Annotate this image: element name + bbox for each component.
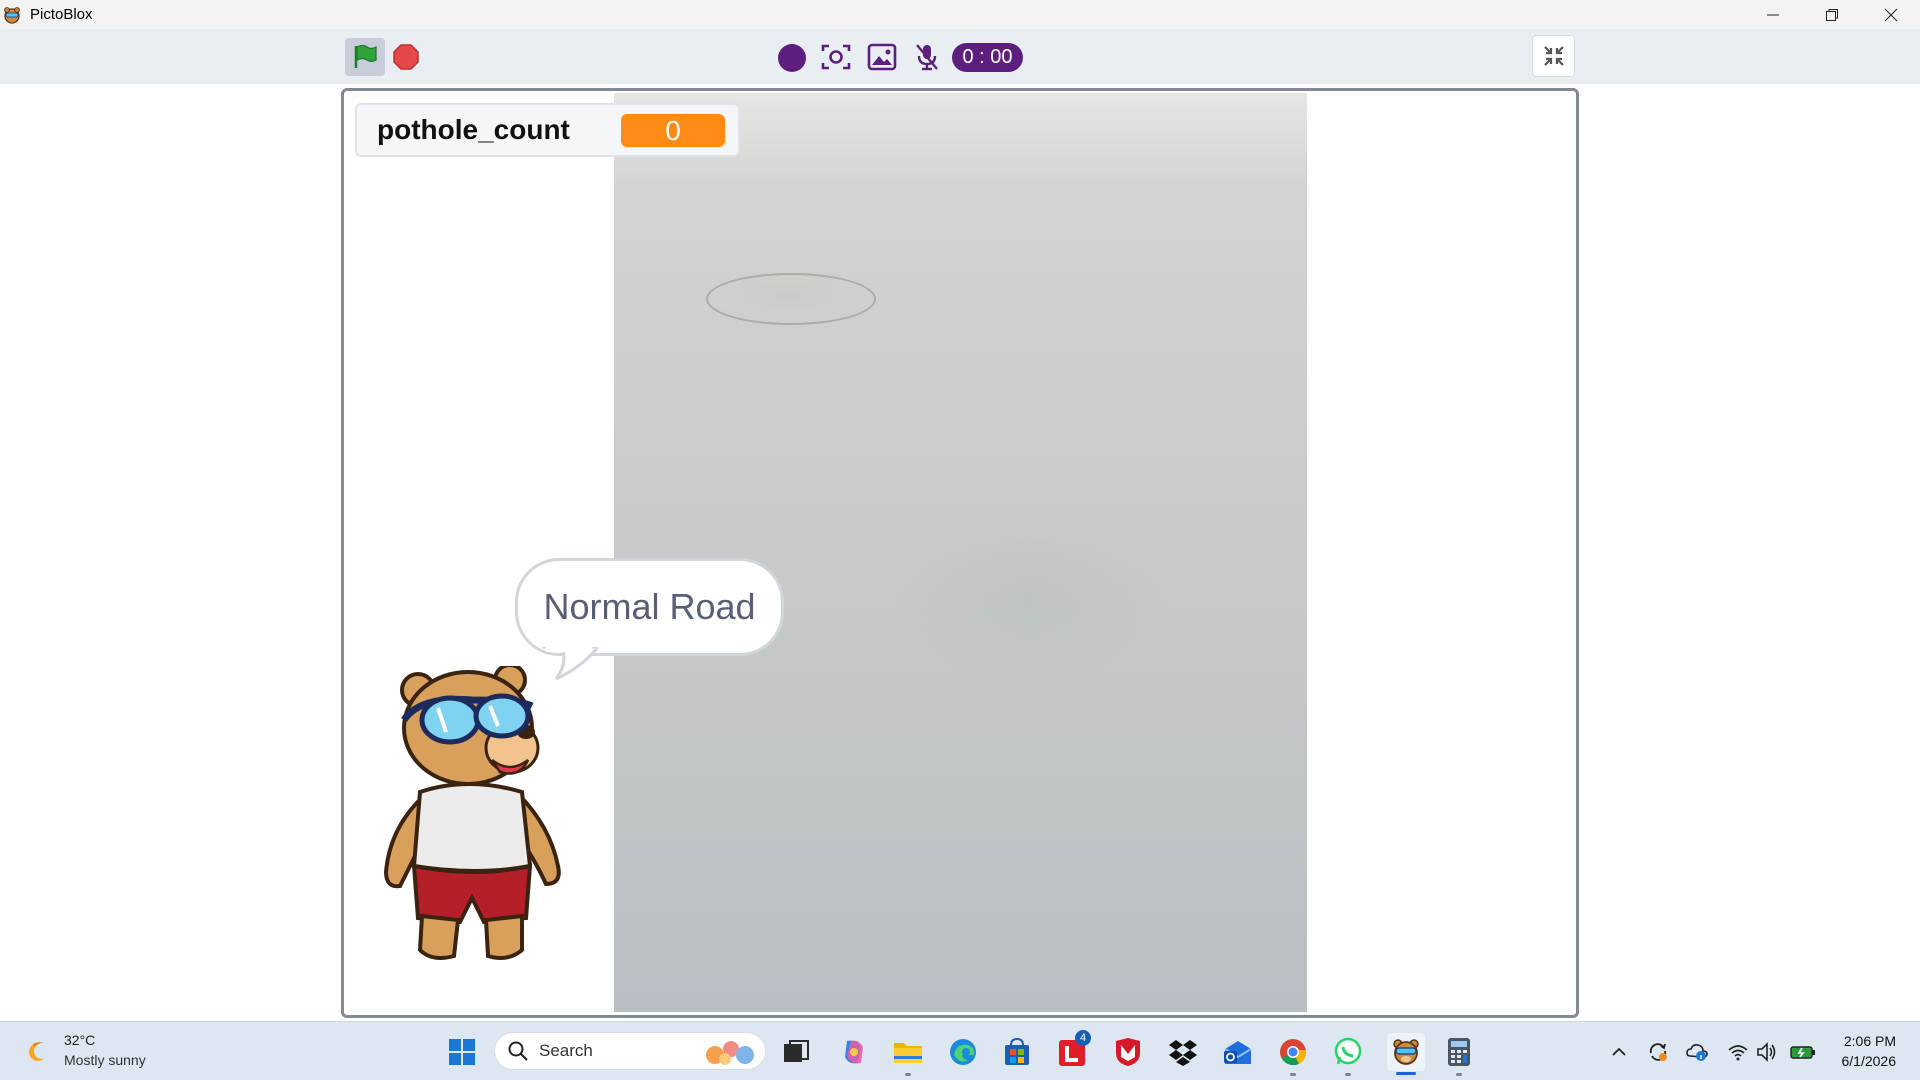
close-icon bbox=[1884, 8, 1897, 21]
stage-toolbar: 0 : 00 bbox=[0, 29, 1920, 84]
restore-button[interactable] bbox=[1802, 0, 1861, 29]
stop-button[interactable] bbox=[393, 44, 419, 70]
backdrop-button[interactable] bbox=[866, 42, 898, 72]
minimize-icon bbox=[1766, 14, 1779, 15]
microphone-button[interactable] bbox=[911, 42, 943, 72]
weather-description: Mostly sunny bbox=[64, 1052, 146, 1068]
sync-tray-button[interactable] bbox=[1647, 1041, 1669, 1063]
app-l-button[interactable]: 4 bbox=[1057, 1030, 1091, 1068]
mcafee-button[interactable] bbox=[1112, 1036, 1144, 1068]
notification-badge: 4 bbox=[1075, 1030, 1091, 1046]
window-title: PictoBlox bbox=[30, 6, 93, 23]
bear-sprite[interactable] bbox=[380, 666, 566, 966]
search-placeholder: Search bbox=[539, 1041, 593, 1060]
outlook-mail-icon bbox=[1224, 1041, 1252, 1064]
window-controls bbox=[1743, 0, 1920, 29]
onedrive-tray-button[interactable] bbox=[1686, 1041, 1708, 1063]
record-button[interactable] bbox=[778, 44, 806, 72]
system-clock[interactable]: 2:06 PM 6/1/2026 bbox=[1842, 1031, 1897, 1071]
taskbar-search[interactable]: Search bbox=[494, 1032, 766, 1070]
green-flag-button[interactable] bbox=[345, 38, 385, 76]
stop-icon bbox=[393, 44, 419, 70]
search-icon bbox=[508, 1041, 528, 1061]
clock-date: 6/1/2026 bbox=[1841, 1053, 1897, 1069]
folder-icon bbox=[894, 1043, 922, 1063]
collapse-icon bbox=[1543, 46, 1564, 66]
close-button[interactable] bbox=[1861, 0, 1920, 29]
pictoblox-active-indicator bbox=[1396, 1072, 1416, 1075]
task-view-button[interactable] bbox=[780, 1036, 812, 1068]
road-manhole bbox=[706, 273, 876, 325]
volume-tray-button[interactable] bbox=[1756, 1041, 1778, 1063]
outlook-button[interactable] bbox=[1222, 1036, 1254, 1068]
battery-charging-icon bbox=[1790, 1046, 1815, 1059]
pictoblox-taskbar-button[interactable] bbox=[1387, 1033, 1425, 1071]
start-button[interactable] bbox=[446, 1036, 478, 1068]
speech-bubble: Normal Road bbox=[515, 558, 784, 656]
chevron-up-icon bbox=[1612, 1047, 1626, 1056]
minimize-button[interactable] bbox=[1743, 0, 1802, 29]
speech-text: Normal Road bbox=[543, 586, 756, 627]
stage-canvas[interactable]: pothole_count 0 Normal Road bbox=[341, 88, 1579, 1018]
weather-sunny-icon[interactable] bbox=[24, 1037, 54, 1067]
copilot-icon bbox=[845, 1040, 863, 1064]
variable-monitor[interactable]: pothole_count 0 bbox=[355, 103, 740, 157]
microphone-muted-icon bbox=[916, 44, 938, 71]
dropbox-button[interactable] bbox=[1167, 1036, 1199, 1068]
pictoblox-app-icon bbox=[2, 5, 22, 25]
store-icon bbox=[1005, 1037, 1029, 1065]
weather-temperature: 32°C bbox=[64, 1032, 96, 1048]
exit-fullscreen-button[interactable] bbox=[1532, 35, 1575, 77]
camera-capture-icon bbox=[821, 44, 851, 70]
chrome-icon bbox=[1280, 1039, 1307, 1066]
battery-tray-button[interactable] bbox=[1789, 1041, 1817, 1063]
dropbox-icon bbox=[1169, 1040, 1197, 1066]
edge-button[interactable] bbox=[947, 1036, 979, 1068]
chrome-button[interactable] bbox=[1277, 1036, 1309, 1068]
wifi-icon bbox=[1728, 1045, 1748, 1061]
green-flag-icon bbox=[354, 44, 377, 68]
task-view-icon bbox=[784, 1040, 809, 1062]
edge-browser-icon bbox=[950, 1039, 976, 1065]
explorer-running-indicator bbox=[905, 1073, 911, 1076]
whatsapp-icon bbox=[1334, 1037, 1362, 1065]
sync-icon bbox=[1649, 1043, 1667, 1061]
calculator-running-indicator bbox=[1456, 1073, 1462, 1076]
image-icon bbox=[867, 43, 897, 71]
cloud-info-icon bbox=[1686, 1044, 1708, 1061]
file-explorer-button[interactable] bbox=[892, 1036, 924, 1068]
calculator-button[interactable] bbox=[1443, 1036, 1475, 1068]
shield-icon bbox=[1116, 1038, 1140, 1066]
search-highlight-icon bbox=[706, 1041, 754, 1065]
pictoblox-bear-icon bbox=[1393, 1039, 1419, 1065]
chrome-running-indicator bbox=[1290, 1073, 1296, 1076]
clock-time: 2:06 PM bbox=[1843, 1033, 1896, 1049]
title-bar: PictoBlox bbox=[0, 0, 1920, 29]
whatsapp-button[interactable] bbox=[1332, 1036, 1364, 1068]
show-hidden-icons-button[interactable] bbox=[1608, 1041, 1630, 1063]
windows-logo-icon bbox=[449, 1039, 475, 1065]
calculator-icon bbox=[1448, 1038, 1470, 1066]
windows-taskbar: 32°C Mostly sunny Search 4 2:06 PM 6/1/2… bbox=[0, 1021, 1920, 1080]
camera-feed bbox=[614, 93, 1307, 1012]
wifi-tray-button[interactable] bbox=[1727, 1041, 1749, 1063]
recording-timer: 0 : 00 bbox=[952, 43, 1023, 72]
speaker-icon bbox=[1757, 1042, 1776, 1062]
restore-icon bbox=[1825, 8, 1838, 21]
copilot-button[interactable] bbox=[838, 1036, 870, 1068]
microsoft-store-button[interactable] bbox=[1001, 1036, 1033, 1068]
variable-value: 0 bbox=[621, 114, 725, 147]
variable-name: pothole_count bbox=[377, 114, 570, 145]
whatsapp-running-indicator bbox=[1345, 1073, 1351, 1076]
screenshot-button[interactable] bbox=[820, 42, 852, 72]
